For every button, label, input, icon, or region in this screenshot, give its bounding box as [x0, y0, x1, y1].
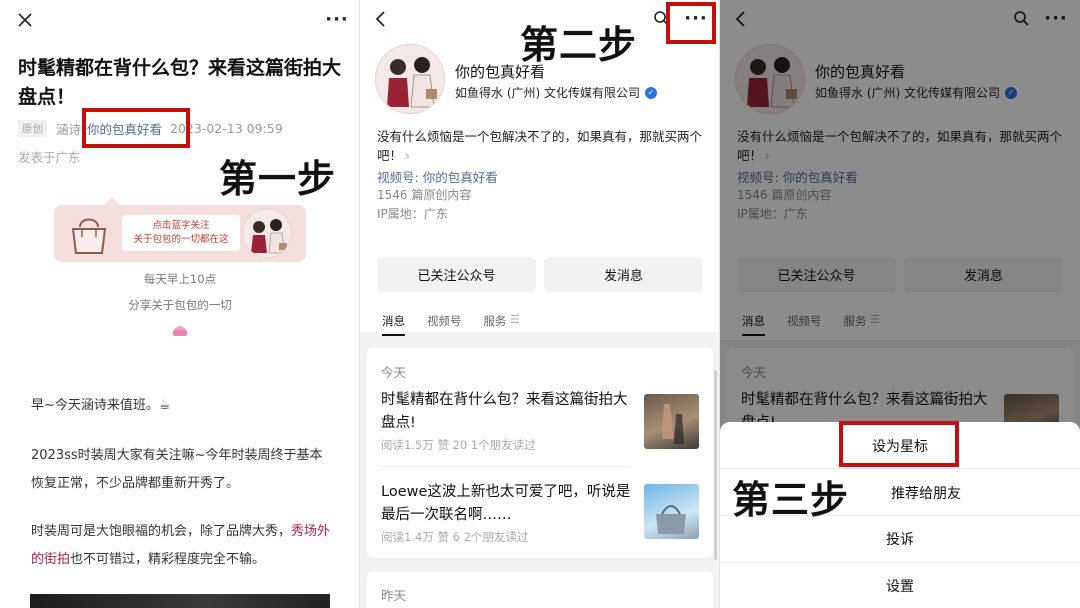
post-meta: 阅读1.4万 赞 6 2个朋友读过 [381, 530, 529, 544]
post-title: Loewe这波上新也太可爱了吧，听说是最后一次联名啊…… [381, 484, 631, 523]
paragraph-text: 时装周可是大饱眼福的机会，除了品牌大秀， [31, 524, 292, 539]
more-dots-icon[interactable]: ··· [322, 10, 352, 30]
verified-icon: ✓ [645, 86, 657, 99]
report-option[interactable]: 投诉 [720, 529, 1080, 549]
account-name: 你的包真好看 [455, 63, 546, 81]
paragraph-fashion-week: 2023ss时装周大家有关注嘛~今年时装周终于基本恢复正常，不少品牌都重新开秀了… [31, 448, 323, 491]
account-description: 没有什么烦恼是一个包解决不了的，如果真有，那就买两个吧！ › [377, 127, 707, 165]
sheet-divider [720, 562, 1080, 563]
yesterday-card: 昨天 [367, 572, 713, 608]
company-text: 如鱼得水 (广州) 文化传媒有限公司 [455, 86, 640, 100]
tab-services[interactable]: 服务 [484, 313, 507, 336]
description-text: 没有什么烦恼是一个包解决不了的，如果真有，那就买两个吧！ [377, 129, 703, 163]
followed-button[interactable]: 已关注公众号 [377, 257, 536, 292]
post-thumbnail [644, 394, 699, 449]
list-divider [381, 466, 629, 467]
step-three-label: 第三步 [732, 477, 850, 522]
article-title: 时髦精都在背什么包？来看这篇街拍大盘点！ [18, 57, 342, 108]
handbag-icon [71, 218, 107, 254]
follow-banner[interactable]: 点击蓝字关注 关于包包的一切都在这 [54, 205, 306, 262]
back-chevron-icon[interactable] [370, 8, 390, 30]
menu-lines-icon[interactable]: ☰ [510, 313, 520, 326]
tab-messages[interactable]: 消息 [382, 313, 405, 336]
list-item[interactable]: 时髦精都在背什么包？来看这篇街拍大盘点! 阅读1.5万 赞 20 1个朋友读过 [367, 388, 713, 466]
scrollbar[interactable] [714, 370, 717, 560]
highlight-box-step1 [82, 108, 190, 148]
close-icon[interactable] [12, 10, 38, 30]
chevron-right-icon[interactable]: › [405, 148, 410, 163]
post-title: 时髦精都在背什么包？来看这篇街拍大盘点! [381, 392, 628, 431]
article-panel: ··· 时髦精都在背什么包？来看这篇街拍大盘点！ 原创 涵诗 你的包真好看 20… [0, 0, 360, 608]
paragraph-street-snap: 时装周可是大饱眼福的机会，除了品牌大秀，秀场外的街拍也不可错过，精彩程度完全不输… [31, 518, 335, 574]
send-message-button[interactable]: 发消息 [544, 257, 703, 292]
account-avatar [242, 208, 292, 258]
original-tag: 原创 [18, 120, 47, 137]
paragraph-text: 也不可错过，精彩程度完全不输。 [70, 552, 266, 567]
today-card: 今天 时髦精都在背什么包？来看这篇街拍大盘点! 阅读1.5万 赞 20 1个朋友… [367, 348, 713, 558]
profile-panel: 第二步 ··· 你的包真好看 如鱼得水 (广州) 文化传媒有限公司 ✓ 没有什么烦… [360, 0, 720, 608]
author-name: 涵诗 [56, 122, 82, 137]
post-meta: 阅读1.5万 赞 20 1个朋友读过 [381, 438, 536, 452]
highlight-box-step3 [839, 421, 959, 467]
share-tagline: 分享关于包包的一切 [128, 298, 232, 312]
highlight-box-step2 [666, 2, 716, 44]
ip-location: IP属地：广东 [377, 207, 448, 221]
paragraph-greeting: 早~今天涵诗来值班。☕ [31, 398, 171, 413]
article-image [30, 594, 330, 608]
settings-option[interactable]: 设置 [720, 576, 1080, 596]
post-thumbnail [644, 484, 699, 539]
tab-channels[interactable]: 视频号 [427, 313, 462, 336]
list-item[interactable]: Loewe这波上新也太可爱了吧，听说是最后一次联名啊…… 阅读1.4万 赞 6 … [367, 478, 713, 556]
original-count: 1546 篇原创内容 [377, 188, 472, 202]
channel-prefix: 视频号: [377, 170, 423, 185]
banner-text: 点击蓝字关注 关于包包的一切都在这 [122, 215, 240, 251]
company-name: 如鱼得水 (广州) 文化传媒有限公司 ✓ [455, 84, 657, 101]
section-yesterday: 昨天 [381, 588, 407, 603]
channel-name: 你的包真好看 [422, 170, 498, 185]
section-today: 今天 [381, 365, 407, 380]
channel-link[interactable]: 视频号: 你的包真好看 [377, 167, 498, 186]
banner-line-1: 点击蓝字关注 [152, 220, 210, 231]
banner-line-2: 关于包包的一切都在这 [133, 234, 229, 245]
step-one-label: 第一步 [219, 156, 337, 201]
account-avatar [375, 44, 445, 114]
profile-tabs: 消息 视频号 服务 [382, 313, 529, 336]
menu-panel: ··· 你的包真好看 如鱼得水 (广州) 文化传媒有限公司 ✓ 没有什么烦恼是一个… [720, 0, 1080, 608]
cake-icon [173, 326, 187, 336]
daily-schedule: 每天早上10点 [143, 272, 217, 286]
publish-location: 发表于广东 [18, 150, 81, 165]
